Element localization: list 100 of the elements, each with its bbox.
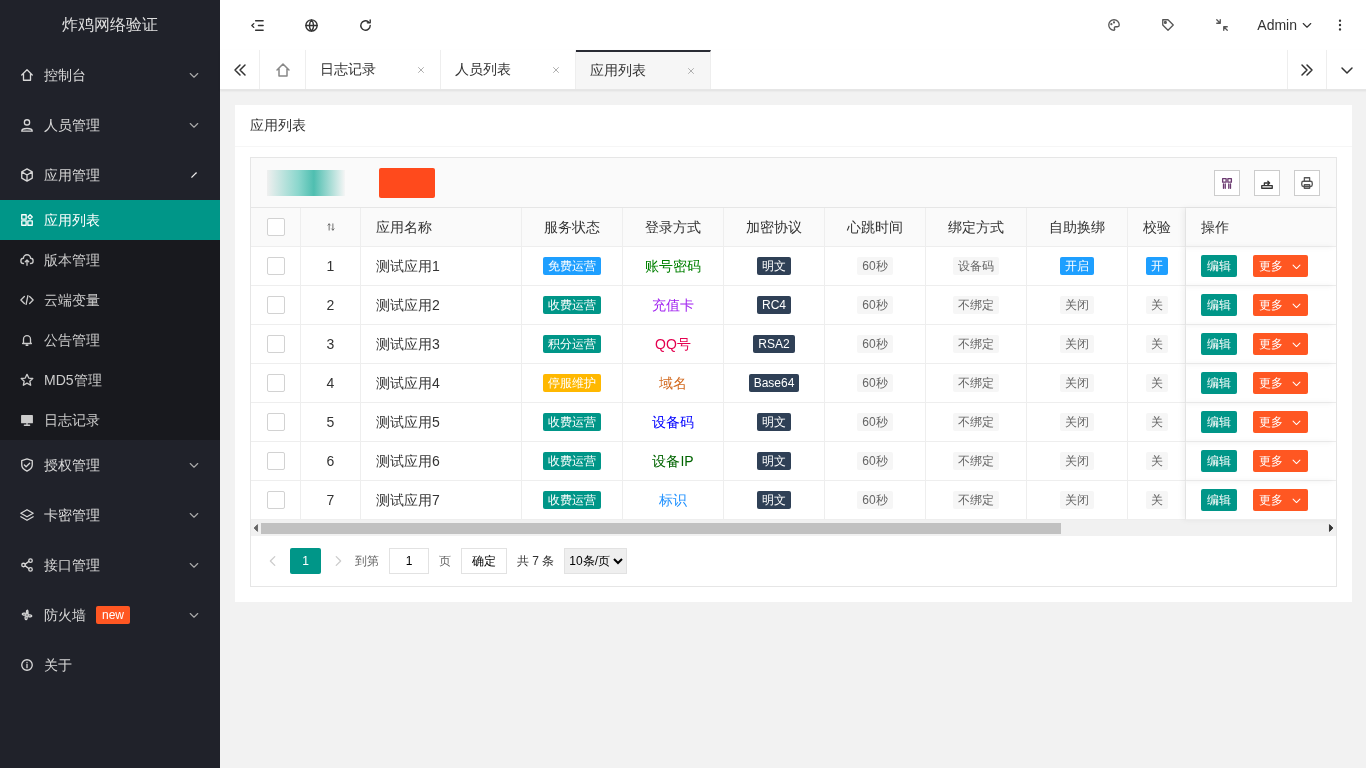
total-count: 共 7 条 xyxy=(517,553,555,570)
heartbeat-tag: 60秒 xyxy=(857,335,893,353)
protocol-tag: Base64 xyxy=(748,374,800,392)
confirm-button[interactable]: 确定 xyxy=(461,548,507,574)
edit-button[interactable]: 编辑 xyxy=(1201,294,1237,316)
toolbar-button[interactable] xyxy=(379,167,435,198)
switch-tag: 关 xyxy=(1145,491,1168,509)
sidebar-subitem[interactable]: MD5管理 xyxy=(0,360,220,400)
sidebar-item[interactable]: 人员管理 xyxy=(0,100,220,150)
switch-tag: 关 xyxy=(1145,413,1168,431)
palette-icon[interactable] xyxy=(1107,18,1122,32)
page-input[interactable]: 1 xyxy=(389,548,429,574)
checkbox[interactable] xyxy=(266,335,285,353)
globe-icon[interactable] xyxy=(303,17,319,33)
toolbar-button[interactable] xyxy=(267,169,345,196)
refresh-icon[interactable] xyxy=(357,17,373,33)
fan-icon xyxy=(20,608,34,622)
status-tag: 收费运营 xyxy=(543,491,601,509)
scroll-right-icon[interactable] xyxy=(1326,523,1336,533)
user-menu[interactable]: Admin xyxy=(1257,14,1313,36)
heartbeat-tag: 60秒 xyxy=(857,491,893,509)
column-header: 登录方式 xyxy=(645,217,701,237)
home-icon[interactable] xyxy=(274,61,291,78)
info-icon xyxy=(20,658,34,672)
row-number: 1 xyxy=(326,256,335,276)
login-method: 域名 xyxy=(659,373,687,393)
sidebar-subitem[interactable]: 日志记录 xyxy=(0,400,220,440)
edit-button[interactable]: 编辑 xyxy=(1201,411,1237,433)
checkbox[interactable] xyxy=(266,452,285,470)
close-icon[interactable] xyxy=(551,64,561,75)
column-header: 加密协议 xyxy=(746,217,802,237)
tab[interactable]: 日志记录 xyxy=(306,50,441,89)
cloud-upload-icon xyxy=(20,253,34,267)
sidebar-subitem[interactable]: 公告管理 xyxy=(0,320,220,360)
page-size-select[interactable]: 10条/页 xyxy=(564,548,628,574)
sidebar-item[interactable]: 应用管理 xyxy=(0,150,220,200)
row-number: 5 xyxy=(326,412,335,432)
heartbeat-tag: 60秒 xyxy=(857,257,893,275)
login-method: 设备IP xyxy=(652,451,694,471)
checkbox[interactable] xyxy=(266,413,285,431)
double-left-icon[interactable] xyxy=(231,61,248,78)
checkbox[interactable] xyxy=(266,374,285,392)
double-right-icon[interactable] xyxy=(1299,61,1315,78)
tab[interactable]: 应用列表 xyxy=(576,50,711,89)
scroll-left-icon[interactable] xyxy=(251,523,261,533)
sidebar-item[interactable]: 控制台 xyxy=(0,50,220,100)
grid-icon xyxy=(20,213,34,227)
page-button[interactable]: 1 xyxy=(290,548,321,574)
bind-tag: 不绑定 xyxy=(953,413,999,431)
tag-icon[interactable] xyxy=(1161,18,1176,32)
close-icon[interactable] xyxy=(416,64,426,75)
edit-button[interactable]: 编辑 xyxy=(1201,450,1237,472)
login-method: 账号密码 xyxy=(645,256,701,276)
login-method: QQ号 xyxy=(655,334,691,354)
app-name: 测试应用4 xyxy=(376,373,440,393)
sidebar-subitem[interactable]: 云端变量 xyxy=(0,280,220,320)
sidebar-subitem[interactable]: 版本管理 xyxy=(0,240,220,280)
row-number: 7 xyxy=(326,490,335,510)
app-name: 测试应用7 xyxy=(376,490,440,510)
columns-icon[interactable] xyxy=(1220,175,1234,190)
protocol-tag: 明文 xyxy=(757,413,791,431)
login-method: 充值卡 xyxy=(652,295,694,315)
protocol-tag: RSA2 xyxy=(753,335,795,353)
edit-button[interactable]: 编辑 xyxy=(1201,255,1237,277)
sidebar-subitem[interactable]: 应用列表 xyxy=(0,200,220,240)
goto-label: 到第 xyxy=(355,553,379,570)
sidebar-item[interactable]: 接口管理 xyxy=(0,540,220,590)
menu-fold-icon[interactable] xyxy=(249,17,265,33)
heartbeat-tag: 60秒 xyxy=(857,296,893,314)
sidebar-item[interactable]: 卡密管理 xyxy=(0,490,220,540)
scrollbar-thumb[interactable] xyxy=(261,522,1061,534)
edit-button[interactable]: 编辑 xyxy=(1201,333,1237,355)
row-number: 6 xyxy=(326,451,335,471)
switch-tag: 关闭 xyxy=(1060,335,1094,353)
switch-tag: 关 xyxy=(1145,335,1168,353)
sidebar-item[interactable]: 关于 xyxy=(0,640,220,690)
status-tag: 收费运营 xyxy=(543,296,601,314)
edit-button[interactable]: 编辑 xyxy=(1201,489,1237,511)
checkbox[interactable] xyxy=(266,491,285,509)
bind-tag: 不绑定 xyxy=(953,452,999,470)
login-method: 设备码 xyxy=(652,412,694,432)
sidebar-item[interactable]: 防火墙 new xyxy=(0,590,220,640)
heartbeat-tag: 60秒 xyxy=(857,452,893,470)
status-tag: 收费运营 xyxy=(543,413,601,431)
compress-icon[interactable] xyxy=(1215,18,1230,32)
sort-icon xyxy=(325,222,336,232)
bind-tag: 不绑定 xyxy=(953,374,999,392)
checkbox[interactable] xyxy=(266,296,285,314)
print-icon[interactable] xyxy=(1300,175,1314,190)
checkbox[interactable] xyxy=(266,218,285,236)
sidebar-item[interactable]: 授权管理 xyxy=(0,440,220,490)
bind-tag: 不绑定 xyxy=(953,491,999,509)
close-icon[interactable] xyxy=(686,65,696,76)
edit-button[interactable]: 编辑 xyxy=(1201,372,1237,394)
row-number: 4 xyxy=(326,373,335,393)
checkbox[interactable] xyxy=(266,257,285,275)
column-header: 服务状态 xyxy=(544,217,600,237)
column-header: 心跳时间 xyxy=(847,217,903,237)
page-unit: 页 xyxy=(439,553,451,570)
star-icon xyxy=(20,373,34,387)
